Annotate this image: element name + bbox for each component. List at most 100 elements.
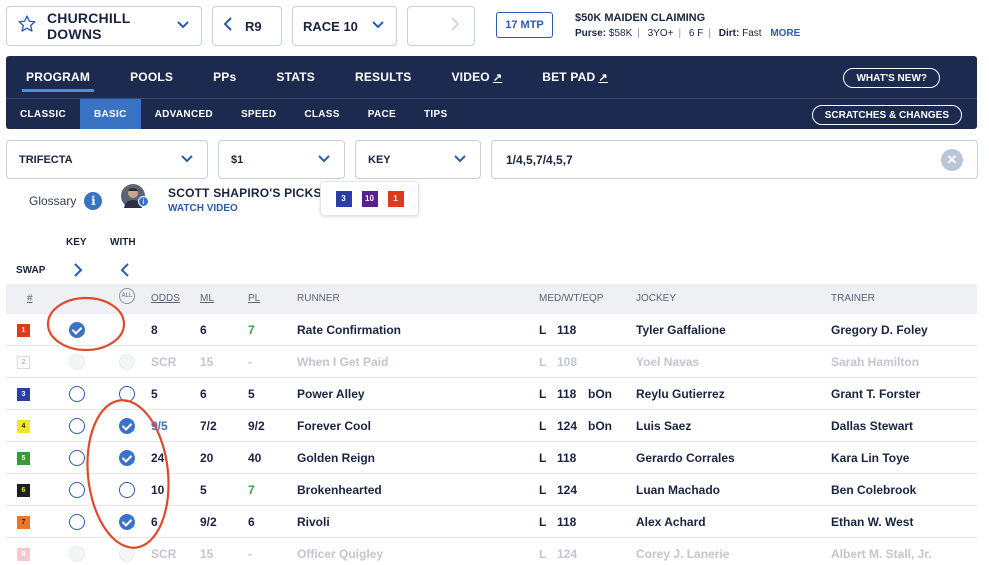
chevron-down-icon [370,16,386,37]
post-position-badge: 4 [17,420,30,433]
next-race-button[interactable] [407,6,475,46]
pick-chip: 3 [335,190,352,207]
table-row: 4 9/5 7/2 9/2 Forever Cool L 124 bOn Luis Saez Da… [6,410,977,442]
weight-value: 124 [557,483,578,497]
info-icon[interactable]: i [84,192,103,210]
weight-value: 118 [557,451,577,465]
select-all-icon[interactable]: ALL [119,288,135,304]
key-checkbox[interactable] [69,482,85,498]
runner-name[interactable]: Brokenhearted [297,483,382,497]
odds-value: SCR [151,547,177,561]
ml-value: 9/2 [200,515,217,529]
tab-video[interactable]: VIDEO ↗ [431,56,522,98]
key-checkbox[interactable] [69,450,85,466]
swap-left-icon[interactable] [120,263,130,282]
subtab-basic[interactable]: BASIC [80,99,141,129]
tab-results[interactable]: RESULTS [335,56,432,98]
with-checkbox[interactable] [119,514,135,530]
post-position-badge: 5 [17,452,30,465]
key-checkbox[interactable] [69,514,85,530]
jockey-name: Gerardo Corrales [636,451,735,465]
col-med: MED/WT/EQP [539,293,604,304]
key-checkbox[interactable] [69,322,85,338]
expert-picks: SCOTT SHAPIRO'S PICKS WATCH VIDEO [168,186,322,214]
med-value: L [539,387,547,401]
key-checkbox[interactable] [69,386,85,402]
trainer-name: Dallas Stewart [831,419,914,433]
prev-race-button[interactable]: R9 [212,6,282,46]
med-value: L [539,323,547,337]
clear-icon[interactable]: ✕ [941,148,963,171]
scratches-changes-button[interactable]: SCRATCHES & CHANGES [811,105,962,125]
tab-pps[interactable]: PPs [193,56,256,98]
weight-value: 118 [557,323,577,337]
col-odds[interactable]: ODDS [151,293,180,304]
col-pl[interactable]: PL [248,293,260,304]
weight-value: 108 [557,355,578,369]
chevron-down-icon [316,150,332,169]
runner-name[interactable]: Officer Quigley [297,547,383,561]
race-info: $50K MAIDEN CLAIMING Purse: $58K | 3YO+ | … [575,12,800,39]
subtab-class[interactable]: CLASS [290,99,353,129]
post-position-badge: 6 [17,484,30,497]
swap-right-icon[interactable] [73,263,83,282]
with-checkbox[interactable] [119,482,135,498]
bet-modifier-select[interactable]: KEY [355,140,481,179]
star-icon[interactable] [17,14,37,39]
col-ml[interactable]: ML [200,293,214,304]
runner-name[interactable]: Forever Cool [297,419,371,433]
table-row: 2 SCR 15 - When I Get Paid L 108 Yoel Navas Sara… [6,346,977,378]
ml-value: 15 [200,355,214,369]
with-checkbox[interactable] [119,450,135,466]
picks-title: SCOTT SHAPIRO'S PICKS [168,186,322,200]
tab-pools[interactable]: POOLS [110,56,193,98]
watch-video-link[interactable]: WATCH VIDEO [168,203,322,214]
subtab-classic[interactable]: CLASSIC [6,99,80,129]
subtab-advanced[interactable]: ADVANCED [141,99,227,129]
with-checkbox[interactable] [119,386,135,402]
col-num[interactable]: # [27,293,33,304]
runner-name[interactable]: Rivoli [297,515,330,529]
subtab-pace[interactable]: PACE [354,99,410,129]
tab-stats[interactable]: STATS [256,56,335,98]
table-row: 6 10 5 7 Brokenhearted L 124 Luan Machado Ben Co… [6,474,977,506]
bet-amount-select[interactable]: $1 [218,140,345,179]
external-link-icon: ↗ [492,71,503,84]
subtab-tips[interactable]: TIPS [410,99,461,129]
post-position-badge: 2 [17,356,30,369]
tab-bet-pad[interactable]: BET PAD ↗ [522,56,628,98]
subtab-speed[interactable]: SPEED [227,99,290,129]
equipment-value: bOn [588,419,612,433]
runner-name[interactable]: Power Alley [297,387,365,401]
trainer-name: Kara Lin Toye [831,451,910,465]
ml-value: 5 [200,483,207,497]
info-badge-icon: i [138,196,149,207]
trainer-name: Albert M. Stall, Jr. [831,547,932,561]
race-distance: 6 F [688,28,704,39]
post-position-badge: 3 [17,388,30,401]
odds-value: 8 [151,323,158,337]
race-selector[interactable]: RACE 10 [292,6,397,46]
runner-name[interactable]: Golden Reign [297,451,375,465]
runner-name[interactable]: When I Get Paid [297,355,388,369]
swap-label: SWAP [16,265,46,276]
weight-value: 118 [557,387,577,401]
bet-type-select[interactable]: TRIFECTA [6,140,208,179]
jockey-name: Corey J. Lanerie [636,547,730,561]
purse-label: Purse: [575,28,607,39]
more-link[interactable]: MORE [770,28,800,39]
med-value: L [539,355,547,369]
bet-combo-field[interactable]: 1/4,5,7/4,5,7 ✕ [491,140,978,179]
glossary-link[interactable]: Glossary i [29,192,103,210]
with-checkbox[interactable] [119,418,135,434]
trainer-name: Grant T. Forster [831,387,921,401]
tab-program[interactable]: PROGRAM [6,56,110,98]
whats-new-button[interactable]: WHAT'S NEW? [843,68,940,88]
jockey-name: Yoel Navas [636,355,700,369]
trainer-name: Sarah Hamilton [831,355,920,369]
runner-name[interactable]: Rate Confirmation [297,323,401,337]
track-selector[interactable]: CHURCHILL DOWNS [6,6,202,46]
med-value: L [539,515,547,529]
key-checkbox[interactable] [69,418,85,434]
weight-value: 124 [557,419,578,433]
